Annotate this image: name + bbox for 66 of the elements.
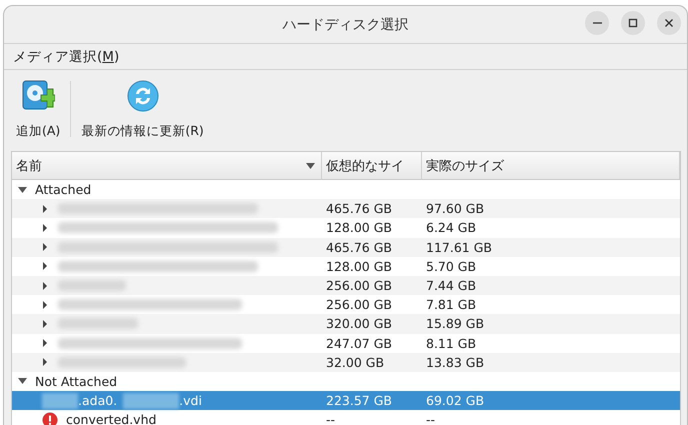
disk-row[interactable]: 128.00 GB 6.24 GB [12, 218, 680, 238]
virtual-size: 247.07 GB [326, 336, 392, 351]
virtual-size: 320.00 GB [326, 316, 392, 332]
expand-arrow-icon[interactable] [42, 243, 48, 252]
disk-row[interactable]: 247.07 GB 8.11 GB [12, 334, 680, 353]
column-header[interactable]: 名前 [12, 152, 322, 179]
blurred-text [58, 280, 126, 292]
actual-size: 7.44 GB [426, 278, 476, 294]
actual-size: 15.89 GB [426, 316, 484, 332]
toolbar-button[interactable]: 追加(A) [10, 74, 66, 144]
actual-size: 6.24 GB [426, 220, 476, 236]
blurred-text [42, 392, 78, 409]
virtual-size: 465.76 GB [326, 240, 392, 255]
actual-size: -- [426, 412, 436, 425]
file-name: converted.vhd [66, 412, 156, 425]
disk-row[interactable]: 320.00 GB 15.89 GB [12, 314, 680, 334]
actual-size: 117.61 GB [426, 240, 492, 255]
disk-row[interactable]: 465.76 GB 97.60 GB [12, 199, 680, 218]
actual-size: 97.60 GB [426, 201, 484, 216]
actual-size: 7.81 GB [426, 297, 476, 312]
expand-arrow-icon[interactable] [42, 224, 48, 232]
refresh-icon [126, 78, 160, 112]
close-button[interactable] [657, 11, 681, 35]
disk-row[interactable]: 32.00 GB 13.83 GB [12, 352, 680, 372]
virtual-size: 256.00 GB [326, 297, 392, 312]
toolbar-button[interactable]: 最新の情報に更新(R) [75, 74, 210, 144]
window-title: ハードディスク選択 [282, 16, 408, 34]
expand-arrow-icon[interactable] [42, 300, 48, 309]
expand-arrow-icon[interactable] [18, 378, 27, 384]
virtual-size: 256.00 GB [326, 278, 392, 294]
actual-size: 69.02 GB [426, 393, 484, 408]
disk-row[interactable]: 465.76 GB 117.61 GB [12, 238, 680, 257]
disk-row[interactable]: 128.00 GB 5.70 GB [12, 256, 680, 276]
actual-size: 5.70 GB [426, 258, 476, 274]
expand-arrow-icon[interactable] [42, 339, 48, 348]
disk-row[interactable]: 256.00 GB 7.44 GB [12, 276, 680, 296]
group-label: Attached [35, 182, 92, 198]
expand-arrow-icon[interactable] [42, 262, 48, 270]
actual-size: 13.83 GB [426, 354, 484, 370]
minimize-icon [592, 22, 602, 24]
expand-arrow-icon[interactable] [42, 282, 48, 290]
close-icon [664, 18, 674, 28]
maximize-button[interactable] [621, 11, 645, 35]
expand-arrow-icon[interactable] [42, 358, 48, 366]
blurred-text [123, 392, 180, 409]
actual-size: 8.11 GB [426, 336, 476, 351]
file-name: .vdi [179, 393, 202, 408]
sort-arrow-icon [306, 162, 315, 168]
virtual-size: 465.76 GB [326, 201, 392, 216]
disk-add-icon [21, 78, 56, 112]
disk-row[interactable]: converted.vhd -- -- [12, 410, 680, 425]
column-header[interactable]: 実際のサイズ [422, 152, 680, 179]
virtual-size: -- [326, 412, 336, 425]
menu-item[interactable]: メディア選択(M) [13, 48, 120, 66]
column-header[interactable]: 仮想的なサイ [322, 152, 422, 179]
expand-arrow-icon[interactable] [42, 320, 48, 328]
virtual-size: 32.00 GB [326, 354, 384, 370]
maximize-icon [628, 18, 638, 28]
virtual-size: 128.00 GB [326, 220, 392, 236]
virtual-size: 128.00 GB [326, 258, 392, 274]
expand-arrow-icon[interactable] [18, 186, 27, 193]
file-name: .ada0. [78, 393, 118, 408]
expand-arrow-icon[interactable] [42, 204, 48, 213]
group-label: Not Attached [35, 374, 118, 389]
disk-row[interactable]: 256.00 GB 7.81 GB [12, 295, 680, 314]
virtual-size: 223.57 GB [326, 393, 392, 408]
